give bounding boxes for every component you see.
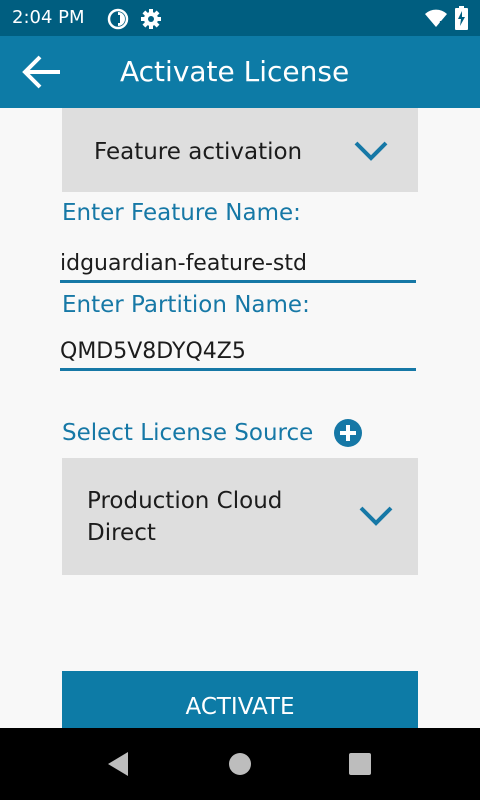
nav-home-button[interactable] <box>228 752 252 776</box>
app-bar: Activate License <box>0 36 480 108</box>
navigation-bar <box>0 728 480 800</box>
back-button[interactable] <box>20 52 64 92</box>
partition-name-label: Enter Partition Name: <box>62 292 310 318</box>
home-circle-icon <box>229 753 251 775</box>
activate-button-label: ACTIVATE <box>185 694 295 720</box>
settings-gear-icon <box>140 8 162 34</box>
chevron-down-icon <box>359 506 393 526</box>
partition-name-input[interactable] <box>60 334 416 371</box>
data-saver-icon <box>107 8 129 34</box>
status-bar: 2:04 PM 5 <box>0 0 480 36</box>
page-title: Activate License <box>120 55 350 88</box>
license-source-selected: Production Cloud Direct <box>87 488 283 546</box>
nav-recents-button[interactable] <box>348 753 372 775</box>
arrow-back-icon <box>22 55 60 89</box>
back-triangle-icon <box>108 752 128 776</box>
license-source-dropdown[interactable]: Production Cloud Direct <box>62 458 418 575</box>
svg-text:5: 5 <box>439 20 444 29</box>
status-time: 2:04 PM <box>12 7 85 28</box>
activation-type-selected: Feature activation <box>94 139 303 165</box>
add-license-source-button[interactable] <box>333 418 363 448</box>
nav-back-button[interactable] <box>104 750 132 778</box>
wifi-icon: 5 <box>424 9 448 33</box>
chevron-down-icon <box>354 141 388 161</box>
license-source-label: Select License Source <box>62 420 314 446</box>
recents-square-icon <box>349 753 371 775</box>
activation-type-dropdown[interactable]: Feature activation <box>62 108 418 192</box>
feature-name-input[interactable] <box>60 246 416 283</box>
feature-name-label: Enter Feature Name: <box>62 200 301 226</box>
battery-charging-icon <box>455 6 468 34</box>
add-circle-icon <box>334 419 362 447</box>
